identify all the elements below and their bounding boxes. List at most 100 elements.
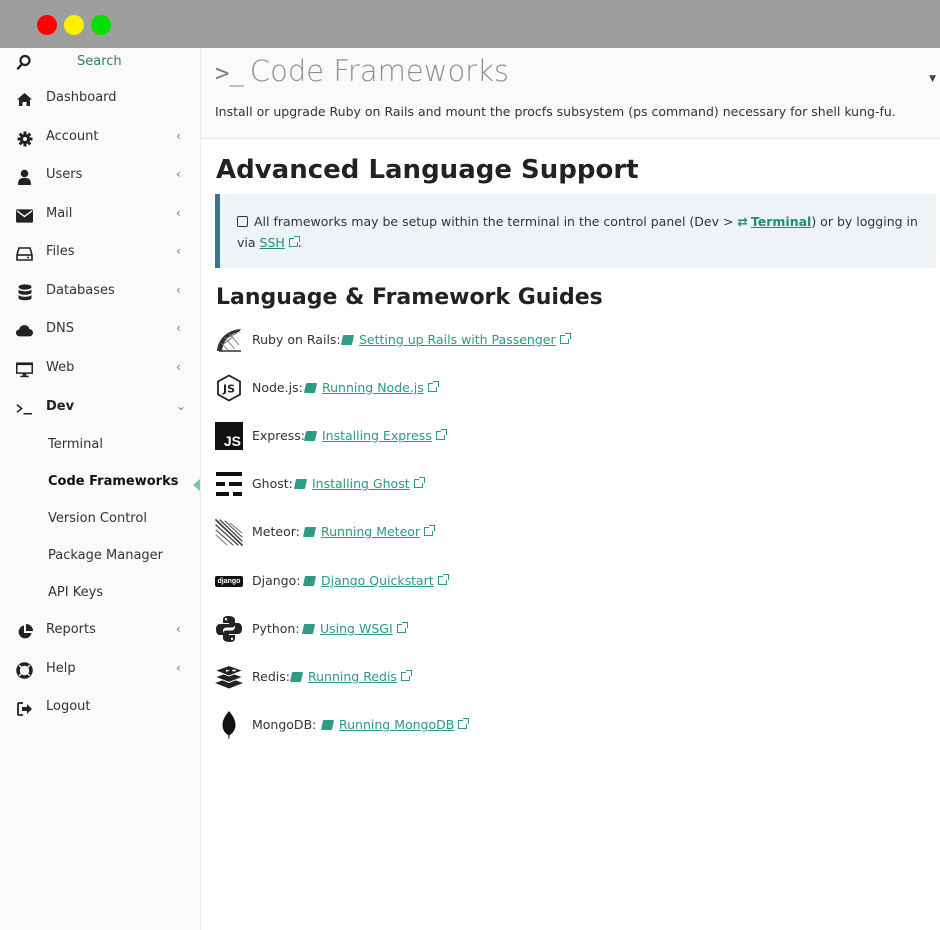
page-title-text: Code Frameworks <box>249 54 510 88</box>
guide-link-ghost[interactable]: Installing Ghost <box>312 476 410 491</box>
sidebar-subitem-package-manager[interactable]: Package Manager <box>0 544 200 570</box>
maximize-window-button[interactable] <box>91 15 111 35</box>
js-icon: JS <box>214 421 244 451</box>
window-titlebar <box>0 0 940 48</box>
user-icon <box>16 168 33 185</box>
chevron-left-icon: ‹ <box>176 167 181 181</box>
chevron-left-icon: ‹ <box>176 244 181 258</box>
sidebar-item-label: Reports <box>46 622 96 637</box>
exchange-icon: ⇄ <box>737 214 748 229</box>
minimize-window-button[interactable] <box>64 15 84 35</box>
chevron-left-icon: ‹ <box>176 321 181 335</box>
book-icon <box>303 431 318 441</box>
chevron-left-icon: ‹ <box>176 661 181 675</box>
page-title: >_ Code Frameworks <box>215 54 509 88</box>
callout-text-before: All frameworks may be setup within the t… <box>254 214 738 229</box>
content-header: >_ Code Frameworks ▼ Install or upgrade R… <box>201 48 940 139</box>
sidebar-item-dashboard[interactable]: Dashboard <box>0 84 200 114</box>
note-icon <box>237 216 248 227</box>
guide-link-python[interactable]: Using WSGI <box>320 621 393 636</box>
book-icon <box>302 576 317 586</box>
ghost-icon <box>214 469 244 499</box>
sidebar-item-label: Users <box>46 167 83 182</box>
sidebar-search[interactable]: Search <box>0 48 200 78</box>
sidebar-item-label: Files <box>46 244 75 259</box>
guide-name: MongoDB: <box>252 717 317 732</box>
external-link-icon <box>396 622 408 633</box>
sidebar-item-files[interactable]: Files ‹ <box>0 238 200 268</box>
guide-link-meteor[interactable]: Running Meteor <box>321 524 420 539</box>
external-link-icon <box>435 429 447 440</box>
guide-link-redis[interactable]: Running Redis <box>308 669 397 684</box>
sidebar-item-logout[interactable]: Logout <box>0 693 200 723</box>
sidebar-item-dns[interactable]: DNS ‹ <box>0 315 200 345</box>
sidebar-subitem-terminal[interactable]: Terminal <box>0 433 200 459</box>
guide-link-express[interactable]: Installing Express <box>322 428 432 443</box>
envelope-icon <box>16 207 33 224</box>
external-link-icon <box>437 574 449 585</box>
sidebar-item-label: DNS <box>46 321 74 336</box>
guide-name: Redis: <box>252 669 290 684</box>
pie-chart-icon <box>16 623 33 640</box>
mongodb-icon <box>214 710 244 740</box>
django-logo-text: django <box>217 577 241 585</box>
external-link-icon <box>288 236 300 247</box>
search-label: Search <box>77 54 122 69</box>
search-icon <box>16 54 32 70</box>
terminal-prompt-icon: >_ <box>215 59 244 87</box>
django-icon: django <box>214 566 244 596</box>
sidebar-subitem-code-frameworks[interactable]: Code Frameworks <box>0 470 200 496</box>
guide-link-mongodb[interactable]: Running MongoDB <box>339 717 454 732</box>
sidebar-item-account[interactable]: Account ‹ <box>0 123 200 153</box>
guide-row-python: Python: Using WSGI <box>214 614 934 646</box>
chevron-left-icon: ‹ <box>176 622 181 636</box>
external-link-icon <box>427 381 439 392</box>
guide-row-nodejs: JS Node.js: Running Node.js <box>214 373 934 405</box>
guide-name: Django: <box>252 573 301 588</box>
guide-row-express: JS Express: Installing Express <box>214 421 934 453</box>
book-icon <box>340 335 355 345</box>
info-callout: All frameworks may be setup within the t… <box>215 194 936 268</box>
ssh-link[interactable]: SSH <box>260 235 285 250</box>
chevron-down-icon: ⌄ <box>176 399 187 413</box>
sidebar-subitem-version-control[interactable]: Version Control <box>0 507 200 533</box>
terminal-link[interactable]: Terminal <box>751 214 811 229</box>
guide-name: Ruby on Rails: <box>252 332 341 347</box>
sidebar-item-databases[interactable]: Databases ‹ <box>0 277 200 307</box>
guide-link-rails[interactable]: Setting up Rails with Passenger <box>359 332 556 347</box>
sidebar-item-reports[interactable]: Reports ‹ <box>0 616 200 646</box>
external-link-icon <box>458 718 470 729</box>
sidebar-subitem-api-keys[interactable]: API Keys <box>0 581 200 607</box>
svg-text:JS: JS <box>222 383 235 396</box>
sidebar-item-label: Mail <box>46 206 73 221</box>
page-description: Install or upgrade Ruby on Rails and mou… <box>215 104 896 119</box>
chevron-left-icon: ‹ <box>176 129 181 143</box>
external-link-icon <box>400 670 412 681</box>
sidebar-subitem-label: Package Manager <box>48 548 164 563</box>
guide-row-mongodb: MongoDB: Running MongoDB <box>214 710 934 742</box>
gear-icon <box>16 130 33 147</box>
caret-down-icon[interactable]: ▼ <box>929 74 936 84</box>
guide-name: Meteor: <box>252 524 300 539</box>
guide-name: Python: <box>252 621 300 636</box>
guide-row-meteor: Meteor: Running Meteor <box>214 517 934 549</box>
guide-name: Node.js: <box>252 380 303 395</box>
sidebar-item-users[interactable]: Users ‹ <box>0 161 200 191</box>
life-ring-icon <box>16 662 33 679</box>
cloud-icon <box>16 322 33 339</box>
guide-link-django[interactable]: Django Quickstart <box>321 573 434 588</box>
active-indicator <box>193 479 200 491</box>
sidebar-item-web[interactable]: Web ‹ <box>0 354 200 384</box>
book-icon <box>289 672 304 682</box>
sidebar-item-dev[interactable]: Dev ⌄ <box>0 393 200 423</box>
sidebar-item-label: Dev <box>46 399 75 414</box>
guide-name: Express: <box>252 428 306 443</box>
close-window-button[interactable] <box>37 15 57 35</box>
external-link-icon <box>413 477 425 488</box>
sidebar-subitem-label: API Keys <box>48 585 104 600</box>
book-icon <box>293 479 308 489</box>
sidebar-item-help[interactable]: Help ‹ <box>0 655 200 685</box>
sidebar-item-mail[interactable]: Mail ‹ <box>0 200 200 230</box>
chevron-left-icon: ‹ <box>176 283 181 297</box>
guide-link-nodejs[interactable]: Running Node.js <box>322 380 424 395</box>
